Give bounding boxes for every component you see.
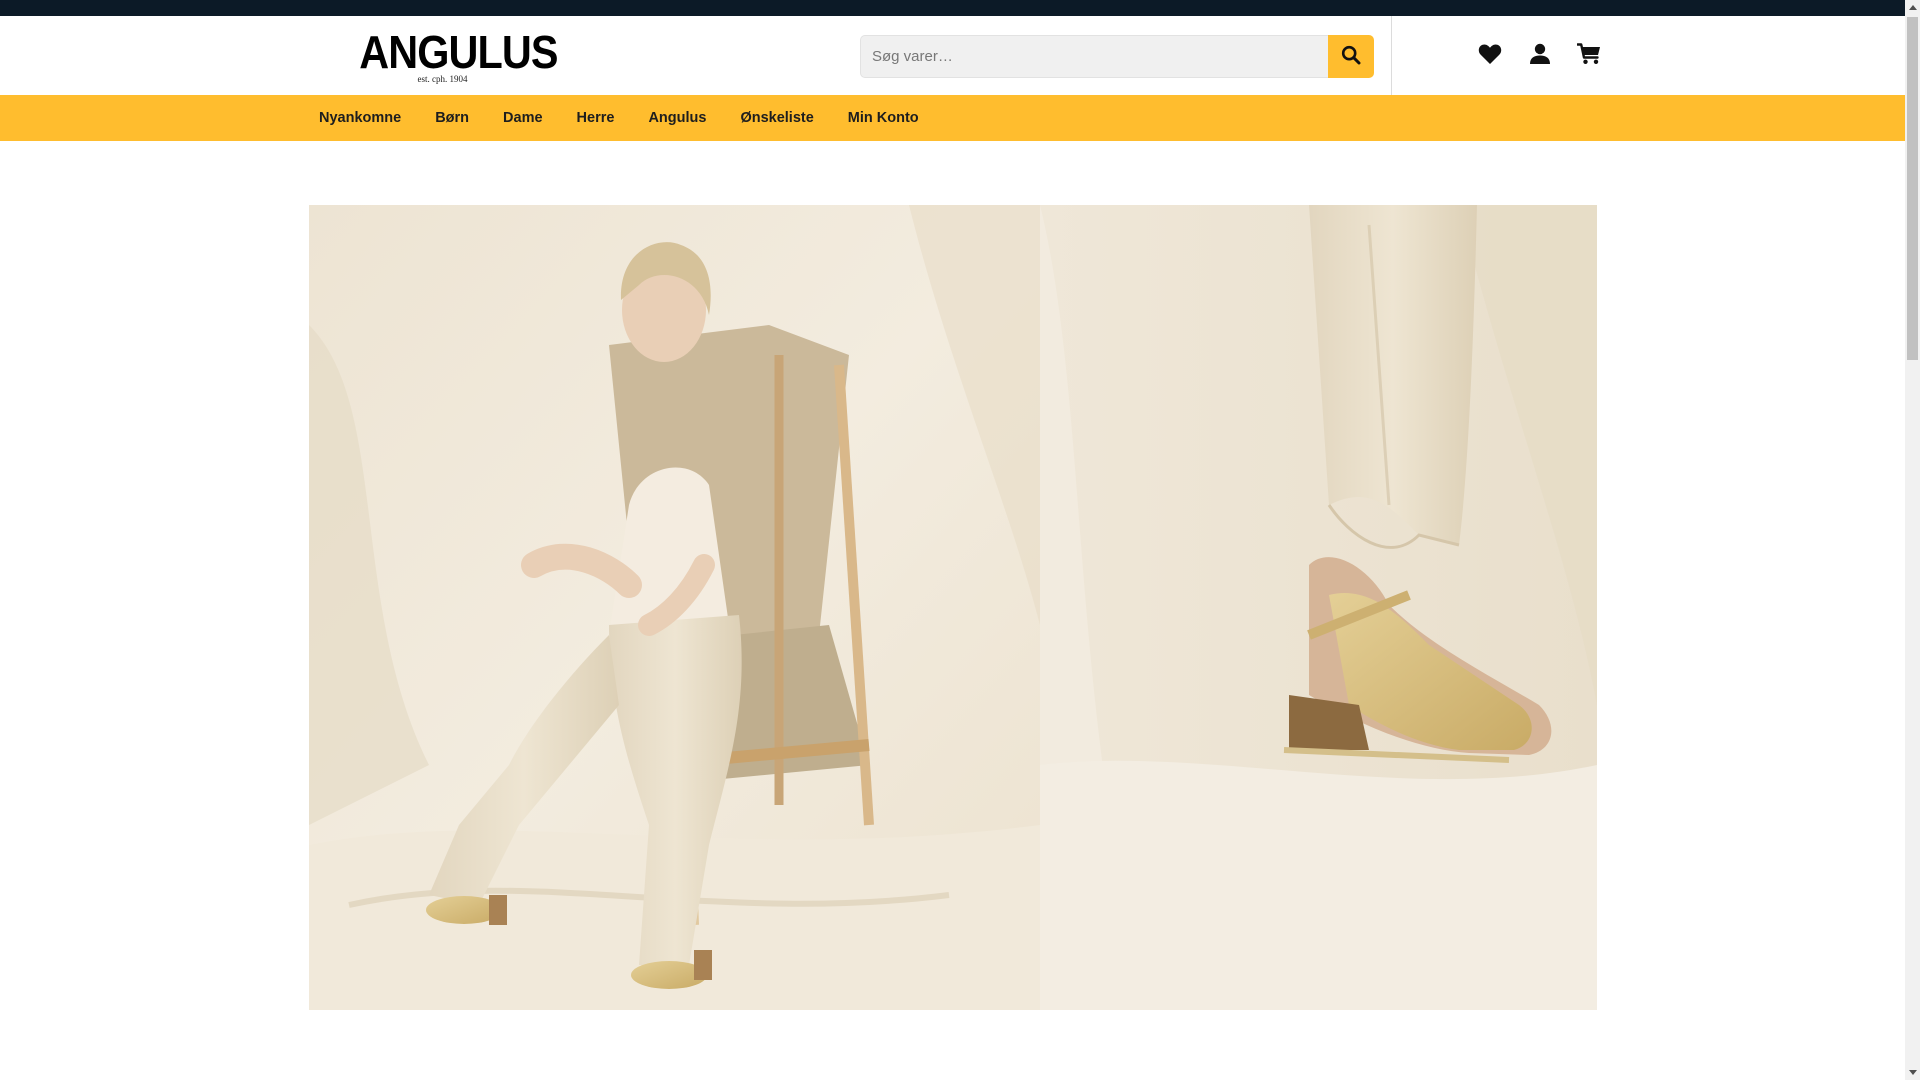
cart-icon bbox=[1576, 42, 1601, 70]
nav-item-min-konto[interactable]: Min Konto bbox=[831, 95, 936, 141]
nav-item-nyankomne[interactable]: Nyankomne bbox=[302, 95, 418, 141]
site-header: ANGULUS est. cph. 1904 bbox=[0, 16, 1905, 95]
scroll-down-arrow-icon[interactable] bbox=[1905, 1065, 1920, 1080]
header-divider bbox=[1391, 16, 1392, 95]
account-button[interactable] bbox=[1526, 42, 1554, 70]
nav-item-born[interactable]: Børn bbox=[418, 95, 486, 141]
search-button[interactable] bbox=[1328, 35, 1374, 78]
scroll-up-arrow-icon[interactable] bbox=[1905, 0, 1920, 15]
top-announcement-bar bbox=[0, 0, 1905, 16]
search-icon bbox=[1341, 45, 1361, 68]
brand-logo-wordmark: ANGULUS bbox=[359, 26, 558, 78]
scrollbar-thumb[interactable] bbox=[1907, 17, 1918, 360]
hero-campaign-image[interactable] bbox=[309, 205, 1597, 1010]
nav-item-dame[interactable]: Dame bbox=[486, 95, 560, 141]
wishlist-button[interactable] bbox=[1476, 42, 1504, 70]
nav-item-angulus[interactable]: Angulus bbox=[631, 95, 723, 141]
page-scrollbar[interactable] bbox=[1905, 0, 1920, 1080]
user-icon bbox=[1529, 43, 1551, 70]
nav-item-herre[interactable]: Herre bbox=[560, 95, 632, 141]
main-navigation: Nyankomne Børn Dame Herre Angulus Ønskel… bbox=[0, 95, 1905, 141]
nav-item-onskeliste[interactable]: Ønskeliste bbox=[723, 95, 830, 141]
nav-menu: Nyankomne Børn Dame Herre Angulus Ønskel… bbox=[302, 95, 936, 141]
search-input[interactable] bbox=[860, 35, 1330, 78]
cart-button[interactable] bbox=[1575, 42, 1603, 70]
brand-logo[interactable]: ANGULUS est. cph. 1904 bbox=[350, 26, 558, 84]
heart-icon bbox=[1478, 43, 1502, 70]
search-bar bbox=[860, 35, 1374, 78]
